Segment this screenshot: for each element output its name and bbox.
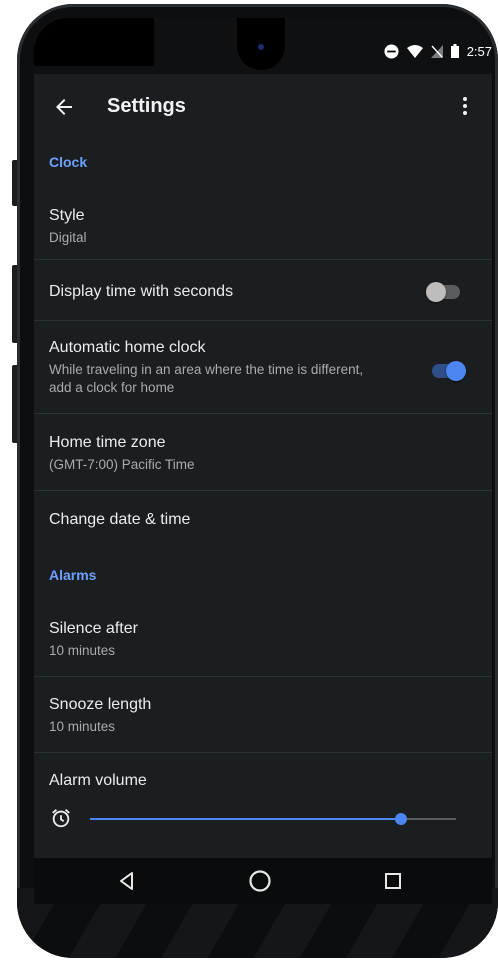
toggle-knob <box>446 361 466 381</box>
automatic-home-clock-toggle[interactable] <box>432 361 466 381</box>
phone-frame: 2:57 Settings Clock Style Digital Displa… <box>17 4 498 958</box>
do-not-disturb-icon <box>384 43 399 59</box>
setting-summary-line2: add a clock for home <box>49 380 175 395</box>
status-time: 2:57 <box>466 43 492 59</box>
triangle-back-icon[interactable] <box>115 869 139 893</box>
arrow-left-icon[interactable] <box>52 95 76 119</box>
setting-snooze-length[interactable]: Snooze length 10 minutes <box>34 677 492 752</box>
navigation-bar <box>34 858 492 904</box>
setting-summary: 10 minutes <box>49 643 116 658</box>
alarm-clock-icon <box>50 807 72 829</box>
alarm-volume-control <box>34 804 492 834</box>
section-header-clock: Clock <box>49 154 88 170</box>
section-header-alarms: Alarms <box>49 567 97 583</box>
page-title: Settings <box>107 95 186 117</box>
screen: 2:57 Settings Clock Style Digital Displa… <box>34 18 492 904</box>
setting-display-seconds[interactable]: Display time with seconds <box>34 260 492 320</box>
volume-slider[interactable] <box>90 813 456 825</box>
setting-summary: Digital <box>49 230 87 245</box>
setting-silence-after[interactable]: Silence after 10 minutes <box>34 601 492 676</box>
wifi-icon <box>406 44 423 58</box>
square-recents-icon[interactable] <box>381 869 405 893</box>
setting-style[interactable]: Style Digital <box>34 188 492 260</box>
setting-summary: (GMT-7:00) Pacific Time <box>49 457 195 472</box>
setting-change-date-time[interactable]: Change date & time <box>34 491 492 551</box>
toggle-knob <box>426 282 446 302</box>
setting-summary-line1: While traveling in an area where the tim… <box>49 362 364 377</box>
setting-automatic-home-clock[interactable]: Automatic home clock While traveling in … <box>34 321 492 413</box>
setting-title: Silence after <box>49 620 138 637</box>
setting-title: Style <box>49 207 85 224</box>
setting-title: Change date & time <box>49 511 191 528</box>
seconds-toggle[interactable] <box>426 282 460 302</box>
setting-title: Snooze length <box>49 696 152 713</box>
battery-icon <box>450 44 459 58</box>
status-bar: 2:57 <box>34 18 492 74</box>
no-signal-icon <box>430 44 443 58</box>
setting-title: Home time zone <box>49 434 166 451</box>
setting-title: Automatic home clock <box>49 339 206 356</box>
slider-fill <box>90 818 402 820</box>
app-bar: Settings <box>34 76 492 138</box>
front-camera <box>258 44 264 50</box>
setting-title: Display time with seconds <box>49 283 234 300</box>
setting-title: Alarm volume <box>49 772 147 789</box>
more-vert-icon[interactable] <box>453 94 477 118</box>
circle-home-icon[interactable] <box>248 869 272 893</box>
slider-thumb[interactable] <box>395 813 408 825</box>
setting-summary: 10 minutes <box>49 719 116 734</box>
setting-home-time-zone[interactable]: Home time zone (GMT-7:00) Pacific Time <box>34 414 492 490</box>
notch <box>237 18 285 70</box>
